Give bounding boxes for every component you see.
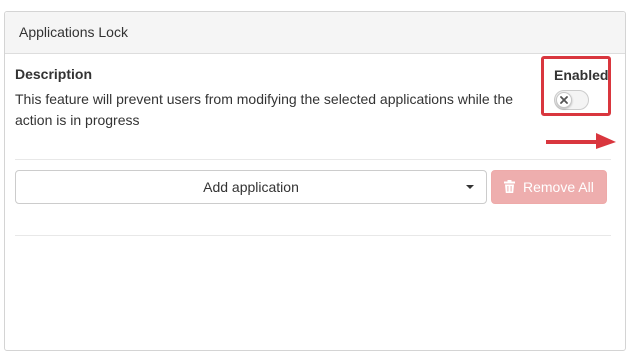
x-icon: [560, 96, 568, 104]
remove-all-label: Remove All: [523, 179, 594, 195]
remove-all-button[interactable]: Remove All: [491, 170, 607, 204]
panel-header: Applications Lock: [5, 12, 625, 54]
enabled-toggle[interactable]: [554, 90, 589, 110]
description-text: This feature will prevent users from mod…: [15, 91, 514, 128]
divider-top: [15, 159, 611, 160]
caret-down-icon: [466, 185, 474, 189]
right-arrow-icon: [546, 133, 616, 149]
trash-icon: [504, 180, 515, 193]
add-application-dropdown[interactable]: Add application: [15, 170, 487, 204]
description-title: Description: [15, 66, 93, 82]
enabled-label: Enabled: [554, 67, 609, 83]
divider-bottom: [15, 235, 611, 236]
enabled-highlight-box: Enabled: [541, 56, 611, 116]
add-application-label: Add application: [203, 179, 299, 195]
toggle-knob: [556, 92, 572, 108]
panel-title: Applications Lock: [19, 24, 128, 40]
